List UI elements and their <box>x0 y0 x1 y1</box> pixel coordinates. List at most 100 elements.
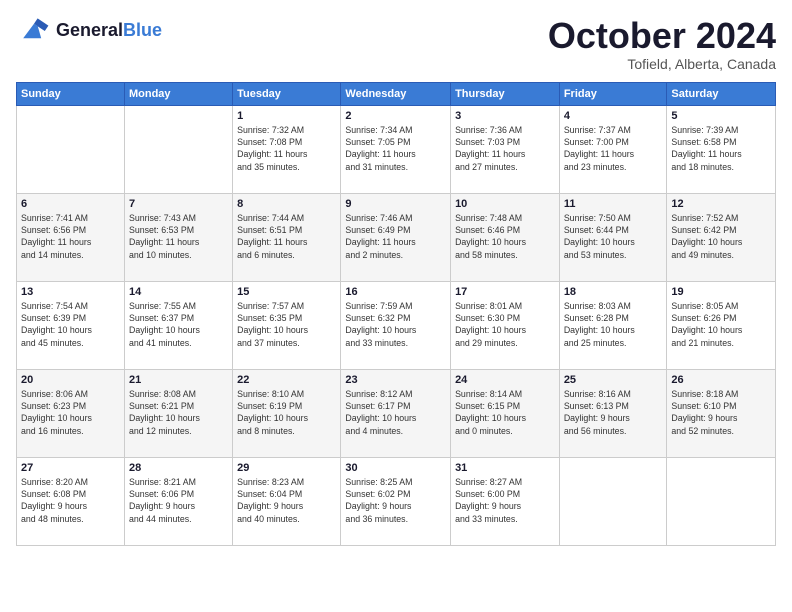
day-number: 6 <box>21 198 120 210</box>
day-number: 5 <box>671 110 771 122</box>
col-header-friday: Friday <box>559 82 667 105</box>
day-number: 7 <box>129 198 228 210</box>
day-detail: Sunrise: 7:41 AM Sunset: 6:56 PM Dayligh… <box>21 212 120 261</box>
day-number: 16 <box>345 286 446 298</box>
day-number: 13 <box>21 286 120 298</box>
day-detail: Sunrise: 7:37 AM Sunset: 7:00 PM Dayligh… <box>564 124 663 173</box>
calendar-cell: 23Sunrise: 8:12 AM Sunset: 6:17 PM Dayli… <box>341 369 451 457</box>
day-number: 23 <box>345 374 446 386</box>
calendar-table: SundayMondayTuesdayWednesdayThursdayFrid… <box>16 82 776 546</box>
day-number: 21 <box>129 374 228 386</box>
day-number: 30 <box>345 462 446 474</box>
day-number: 22 <box>237 374 336 386</box>
day-number: 20 <box>21 374 120 386</box>
calendar-cell: 28Sunrise: 8:21 AM Sunset: 6:06 PM Dayli… <box>124 457 232 545</box>
calendar-cell: 19 Sunrise: 8:05 AM Sunset: 6:26 PM Dayli… <box>667 281 776 369</box>
day-detail: Sunrise: 8:05 AM Sunset: 6:26 PM Dayligh… <box>671 300 771 349</box>
day-detail: Sunrise: 7:48 AM Sunset: 6:46 PM Dayligh… <box>455 212 555 261</box>
col-header-tuesday: Tuesday <box>233 82 341 105</box>
day-number: 8 <box>237 198 336 210</box>
calendar-week-row: 27 Sunrise: 8:20 AM Sunset: 6:08 PM Dayli… <box>17 457 776 545</box>
day-number: 15 <box>237 286 336 298</box>
calendar-cell: 13 Sunrise: 7:54 AM Sunset: 6:39 PM Dayli… <box>17 281 125 369</box>
day-detail: Sunrise: 8:14 AM Sunset: 6:15 PM Dayligh… <box>455 388 555 437</box>
day-number: 12 <box>671 198 771 210</box>
calendar-week-row: 20 Sunrise: 8:06 AM Sunset: 6:23 PM Dayli… <box>17 369 776 457</box>
calendar-cell: 27 Sunrise: 8:20 AM Sunset: 6:08 PM Dayli… <box>17 457 125 545</box>
calendar-week-row: 6 Sunrise: 7:41 AM Sunset: 6:56 PM Daylig… <box>17 193 776 281</box>
calendar-cell: 10Sunrise: 7:48 AM Sunset: 6:46 PM Dayli… <box>451 193 560 281</box>
calendar-cell: 8 Sunrise: 7:44 AM Sunset: 6:51 PM Daylig… <box>233 193 341 281</box>
day-detail: Sunrise: 7:50 AM Sunset: 6:44 PM Dayligh… <box>564 212 663 261</box>
col-header-thursday: Thursday <box>451 82 560 105</box>
day-detail: Sunrise: 7:32 AM Sunset: 7:08 PM Dayligh… <box>237 124 336 173</box>
calendar-cell: 4 Sunrise: 7:37 AM Sunset: 7:00 PM Daylig… <box>559 105 667 193</box>
calendar-cell: 29 Sunrise: 8:23 AM Sunset: 6:04 PM Dayli… <box>233 457 341 545</box>
day-detail: Sunrise: 8:06 AM Sunset: 6:23 PM Dayligh… <box>21 388 120 437</box>
calendar-cell: 7 Sunrise: 7:43 AM Sunset: 6:53 PM Daylig… <box>124 193 232 281</box>
day-number: 26 <box>671 374 771 386</box>
day-detail: Sunrise: 7:54 AM Sunset: 6:39 PM Dayligh… <box>21 300 120 349</box>
logo-line1: General <box>56 20 123 40</box>
calendar-cell: 21 Sunrise: 8:08 AM Sunset: 6:21 PM Dayli… <box>124 369 232 457</box>
day-number: 28 <box>129 462 228 474</box>
day-detail: Sunrise: 8:08 AM Sunset: 6:21 PM Dayligh… <box>129 388 228 437</box>
calendar-cell: 20 Sunrise: 8:06 AM Sunset: 6:23 PM Dayli… <box>17 369 125 457</box>
day-number: 1 <box>237 110 336 122</box>
day-number: 17 <box>455 286 555 298</box>
day-detail: Sunrise: 7:52 AM Sunset: 6:42 PM Dayligh… <box>671 212 771 261</box>
calendar-cell: 16 Sunrise: 7:59 AM Sunset: 6:32 PM Dayli… <box>341 281 451 369</box>
day-number: 11 <box>564 198 663 210</box>
day-number: 24 <box>455 374 555 386</box>
col-header-wednesday: Wednesday <box>341 82 451 105</box>
header: GeneralBlue October 2024 Tofield, Albert… <box>16 16 776 72</box>
location: Tofield, Alberta, Canada <box>548 56 776 72</box>
day-number: 19 <box>671 286 771 298</box>
day-number: 4 <box>564 110 663 122</box>
day-number: 29 <box>237 462 336 474</box>
calendar-cell: 22 Sunrise: 8:10 AM Sunset: 6:19 PM Dayli… <box>233 369 341 457</box>
calendar-cell: 18Sunrise: 8:03 AM Sunset: 6:28 PM Dayli… <box>559 281 667 369</box>
day-number: 31 <box>455 462 555 474</box>
day-detail: Sunrise: 7:59 AM Sunset: 6:32 PM Dayligh… <box>345 300 446 349</box>
month-title: October 2024 <box>548 16 776 56</box>
day-number: 14 <box>129 286 228 298</box>
col-header-sunday: Sunday <box>17 82 125 105</box>
calendar-cell <box>124 105 232 193</box>
day-number: 25 <box>564 374 663 386</box>
col-header-monday: Monday <box>124 82 232 105</box>
day-detail: Sunrise: 8:18 AM Sunset: 6:10 PM Dayligh… <box>671 388 771 437</box>
calendar-cell: 14Sunrise: 7:55 AM Sunset: 6:37 PM Dayli… <box>124 281 232 369</box>
day-detail: Sunrise: 8:23 AM Sunset: 6:04 PM Dayligh… <box>237 476 336 525</box>
logo-text: GeneralBlue <box>56 21 162 41</box>
day-detail: Sunrise: 8:10 AM Sunset: 6:19 PM Dayligh… <box>237 388 336 437</box>
day-detail: Sunrise: 8:01 AM Sunset: 6:30 PM Dayligh… <box>455 300 555 349</box>
calendar-cell: 26 Sunrise: 8:18 AM Sunset: 6:10 PM Dayli… <box>667 369 776 457</box>
calendar-cell: 2Sunrise: 7:34 AM Sunset: 7:05 PM Daylig… <box>341 105 451 193</box>
calendar-cell: 6 Sunrise: 7:41 AM Sunset: 6:56 PM Daylig… <box>17 193 125 281</box>
logo-icon <box>16 16 52 46</box>
calendar-week-row: 13 Sunrise: 7:54 AM Sunset: 6:39 PM Dayli… <box>17 281 776 369</box>
day-detail: Sunrise: 8:20 AM Sunset: 6:08 PM Dayligh… <box>21 476 120 525</box>
day-number: 2 <box>345 110 446 122</box>
page: GeneralBlue October 2024 Tofield, Albert… <box>0 0 792 612</box>
calendar-cell: 15Sunrise: 7:57 AM Sunset: 6:35 PM Dayli… <box>233 281 341 369</box>
calendar-cell: 3Sunrise: 7:36 AM Sunset: 7:03 PM Daylig… <box>451 105 560 193</box>
col-header-saturday: Saturday <box>667 82 776 105</box>
day-detail: Sunrise: 7:39 AM Sunset: 6:58 PM Dayligh… <box>671 124 771 173</box>
calendar-cell: 12 Sunrise: 7:52 AM Sunset: 6:42 PM Dayli… <box>667 193 776 281</box>
day-detail: Sunrise: 7:44 AM Sunset: 6:51 PM Dayligh… <box>237 212 336 261</box>
calendar-cell: 11 Sunrise: 7:50 AM Sunset: 6:44 PM Dayli… <box>559 193 667 281</box>
day-number: 9 <box>345 198 446 210</box>
day-number: 3 <box>455 110 555 122</box>
calendar-cell: 30Sunrise: 8:25 AM Sunset: 6:02 PM Dayli… <box>341 457 451 545</box>
day-detail: Sunrise: 8:16 AM Sunset: 6:13 PM Dayligh… <box>564 388 663 437</box>
calendar-cell: 24 Sunrise: 8:14 AM Sunset: 6:15 PM Dayli… <box>451 369 560 457</box>
calendar-cell <box>667 457 776 545</box>
title-block: October 2024 Tofield, Alberta, Canada <box>548 16 776 72</box>
calendar-cell: 25 Sunrise: 8:16 AM Sunset: 6:13 PM Dayli… <box>559 369 667 457</box>
day-detail: Sunrise: 7:43 AM Sunset: 6:53 PM Dayligh… <box>129 212 228 261</box>
calendar-cell <box>17 105 125 193</box>
day-number: 27 <box>21 462 120 474</box>
calendar-cell: 5 Sunrise: 7:39 AM Sunset: 6:58 PM Daylig… <box>667 105 776 193</box>
